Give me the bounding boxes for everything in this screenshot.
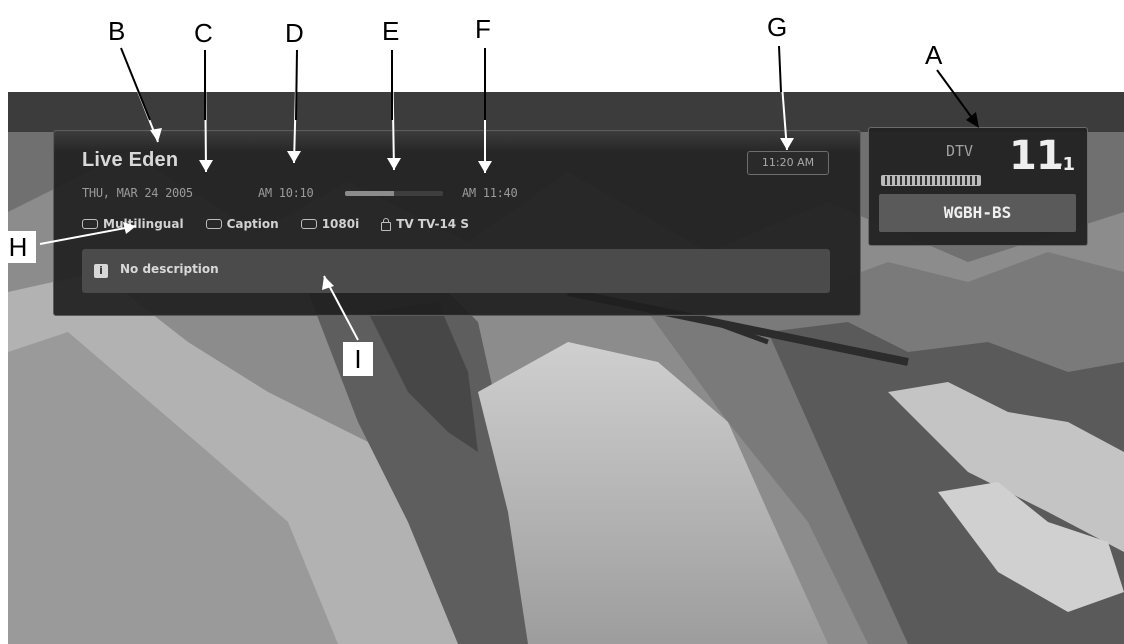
callout-f: F — [475, 14, 491, 44]
callout-i: I — [343, 342, 373, 376]
callout-c: C — [194, 18, 213, 48]
callout-d: D — [285, 18, 304, 48]
callout-e: E — [382, 16, 400, 46]
callout-a: A — [925, 40, 943, 70]
callout-h: H — [0, 231, 36, 263]
callout-leader-lines — [39, 45, 979, 341]
callout-g: G — [767, 12, 788, 42]
callout-b: B — [108, 16, 126, 46]
